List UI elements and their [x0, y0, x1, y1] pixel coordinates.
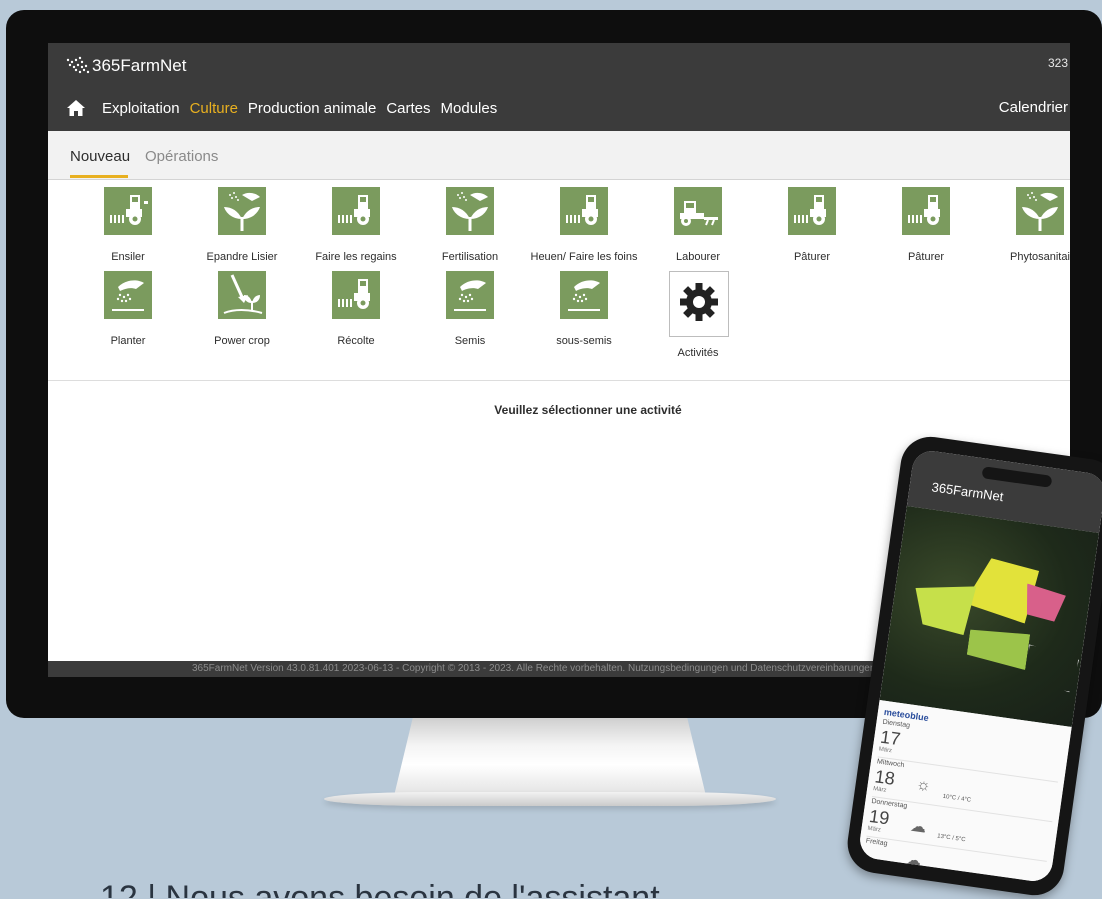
seeding-hand-icon [446, 271, 494, 319]
harvester-icon [332, 271, 380, 319]
activity-semis[interactable]: Semis [412, 271, 528, 355]
activity-label: Pâturer [907, 251, 945, 263]
nav-production-animale[interactable]: Production animale [248, 100, 376, 117]
app-header: 365FarmNet 323 Exploitation Culture Prod… [48, 43, 1070, 131]
activity-label: Pâturer [793, 251, 831, 263]
monitor-stand [394, 718, 706, 796]
user-id: 323 [1047, 56, 1068, 70]
map-field-green [910, 578, 976, 636]
tab-nouveau[interactable]: Nouveau [70, 148, 130, 165]
select-activity-prompt: Veuillez sélectionner une activité [494, 403, 682, 417]
activity-label: Planter [110, 335, 146, 347]
nav-cartes[interactable]: Cartes [386, 100, 430, 117]
activity-planter[interactable]: Planter [70, 271, 186, 355]
activity-label: Phytosanitaire [1010, 251, 1070, 263]
activity-sous-semis[interactable]: sous-semis [526, 271, 642, 355]
cloud-icon: ☁ [909, 817, 928, 837]
activity-label: Epandre Lisier [206, 251, 278, 263]
presentation-scene: 365FarmNet 323 Exploitation Culture Prod… [0, 0, 1102, 899]
monitor-stand-base [324, 792, 776, 806]
nav-modules[interactable]: Modules [441, 100, 498, 117]
activity-phytosanitaire[interactable]: Phytosanitaire [982, 187, 1070, 271]
harvester-icon [104, 187, 152, 235]
phone-field-map [879, 505, 1099, 728]
activity-faire-les-regains[interactable]: Faire les regains [298, 187, 414, 271]
map-field-lightgreen [966, 626, 1030, 670]
phone-brand-name: 365FarmNet [930, 479, 1005, 505]
activity-paturer-1[interactable]: Pâturer [754, 187, 870, 271]
harvester-icon [902, 187, 950, 235]
activity-activites[interactable]: Activités [640, 271, 756, 359]
activity-label: Activités [677, 347, 719, 359]
nav-culture[interactable]: Culture [190, 100, 238, 117]
activity-epandre-lisier[interactable]: Epandre Lisier [184, 187, 300, 271]
main-navigation: Exploitation Culture Production animale … [66, 99, 507, 117]
home-icon[interactable] [66, 99, 86, 117]
partly-sunny-icon: ☼ [915, 776, 932, 795]
activity-label: Labourer [675, 251, 721, 263]
activity-heuen-faire-les-foins[interactable]: Heuen/ Faire les foins [526, 187, 642, 271]
sub-tabs: Nouveau Opérations [48, 131, 1070, 180]
fertilize-plant-icon [218, 187, 266, 235]
activity-label: Heuen/ Faire les foins [530, 251, 638, 263]
gear-icon [680, 283, 718, 321]
nav-calendrier[interactable]: Calendrier [999, 99, 1068, 116]
weather-month: März [878, 746, 893, 755]
activity-label: Ensiler [111, 251, 145, 263]
tractor-plough-icon [674, 187, 722, 235]
cloud-icon: ☁ [904, 851, 923, 871]
farmnet-logo-icon [66, 56, 90, 74]
activity-recolte[interactable]: Récolte [298, 271, 414, 355]
activity-label: Faire les regains [315, 251, 397, 263]
weather-temp: 10°C / 4°C [942, 793, 972, 804]
seeding-hand-icon [560, 271, 608, 319]
map-field-outline [1023, 644, 1080, 693]
activity-label: Power crop [214, 335, 270, 347]
activity-labourer[interactable]: Labourer [640, 187, 756, 271]
seeding-hand-icon [104, 271, 152, 319]
phone-screen: 365FarmNet meteoblue Dienstag 17 März Mi… [857, 448, 1102, 884]
gear-icon-box [669, 271, 729, 337]
tab-operations[interactable]: Opérations [145, 148, 218, 165]
phone-notch [981, 466, 1053, 488]
slide-caption: 12 | Nous avons besoin de l'assistant [100, 879, 660, 898]
divider [48, 380, 1070, 381]
phone-weather-widget: meteoblue Dienstag 17 März Mittwoch 18 M… [857, 700, 1072, 884]
fertilize-plant-icon [446, 187, 494, 235]
activity-label: Semis [454, 335, 486, 347]
activity-label: Récolte [337, 335, 375, 347]
fertilize-plant-icon [1016, 187, 1064, 235]
harvester-icon [788, 187, 836, 235]
map-field-pink [1023, 583, 1067, 622]
weather-month: März [872, 786, 887, 794]
harvester-icon [332, 187, 380, 235]
weather-month: März [867, 825, 882, 834]
harvester-icon [560, 187, 608, 235]
active-tab-indicator [70, 175, 128, 178]
weather-temp: 13°C / 5°C [936, 833, 966, 844]
activity-power-crop[interactable]: Power crop [184, 271, 300, 355]
activity-label: sous-semis [556, 335, 612, 347]
activity-label: Fertilisation [441, 251, 499, 263]
activity-ensiler[interactable]: Ensiler [70, 187, 186, 271]
brand-logo[interactable]: 365FarmNet [64, 56, 186, 76]
activity-fertilisation[interactable]: Fertilisation [412, 187, 528, 271]
brand-name: 365FarmNet [92, 56, 187, 75]
nav-exploitation[interactable]: Exploitation [102, 100, 180, 117]
activity-paturer-2[interactable]: Pâturer [868, 187, 984, 271]
footer-text: 365FarmNet Version 43.0.81.401 2023-06-1… [192, 663, 909, 674]
hoe-plant-icon [218, 271, 266, 319]
